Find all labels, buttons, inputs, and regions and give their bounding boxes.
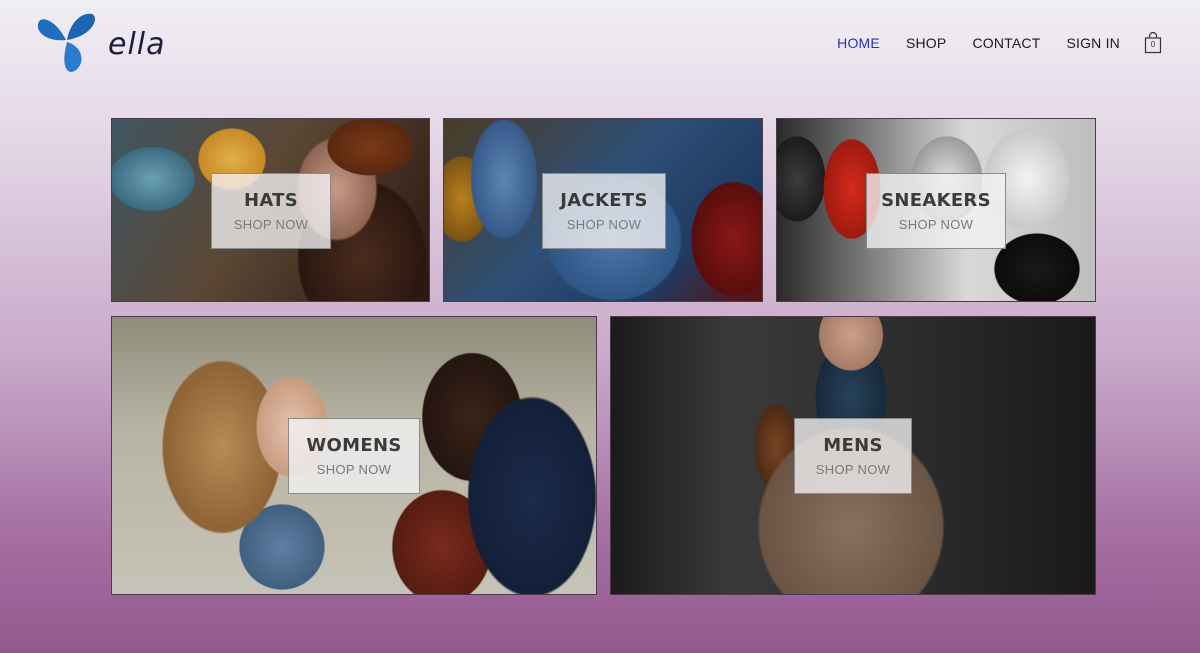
brand-name: ella (108, 26, 166, 62)
category-tile-womens[interactable]: WOMENS SHOP NOW (111, 316, 597, 595)
category-label-box[interactable]: WOMENS SHOP NOW (288, 418, 420, 494)
category-title: WOMENS (306, 435, 402, 456)
category-title: MENS (823, 435, 883, 456)
cart-button[interactable]: 0 (1144, 31, 1162, 54)
category-label-box[interactable]: SNEAKERS SHOP NOW (866, 173, 1006, 249)
category-title: SNEAKERS (881, 190, 991, 211)
category-tile-jackets[interactable]: JACKETS SHOP NOW (443, 118, 763, 302)
shop-now-link[interactable]: SHOP NOW (899, 217, 973, 232)
shop-now-link[interactable]: SHOP NOW (317, 462, 391, 477)
butterfly-logo-icon (37, 13, 95, 72)
site-header: ella HOME SHOP CONTACT SIGN IN 0 (0, 0, 1200, 90)
shop-now-link[interactable]: SHOP NOW (234, 217, 308, 232)
shop-now-link[interactable]: SHOP NOW (816, 462, 890, 477)
category-label-box[interactable]: HATS SHOP NOW (211, 173, 331, 249)
category-label-box[interactable]: JACKETS SHOP NOW (542, 173, 666, 249)
brand-logo[interactable]: ella (36, 10, 176, 76)
category-title: HATS (243, 190, 299, 211)
shop-now-link[interactable]: SHOP NOW (567, 217, 641, 232)
cart-count: 0 (1150, 40, 1156, 49)
category-label-box[interactable]: MENS SHOP NOW (794, 418, 912, 494)
category-tile-hats[interactable]: HATS SHOP NOW (111, 118, 430, 302)
main-nav: HOME SHOP CONTACT SIGN IN 0 (811, 31, 1162, 54)
category-tile-sneakers[interactable]: SNEAKERS SHOP NOW (776, 118, 1096, 302)
nav-shop[interactable]: SHOP (906, 35, 946, 51)
nav-contact[interactable]: CONTACT (972, 35, 1040, 51)
category-title: JACKETS (560, 190, 648, 211)
nav-sign-in[interactable]: SIGN IN (1066, 35, 1120, 51)
category-tile-mens[interactable]: MENS SHOP NOW (610, 316, 1096, 595)
nav-home[interactable]: HOME (837, 35, 880, 51)
